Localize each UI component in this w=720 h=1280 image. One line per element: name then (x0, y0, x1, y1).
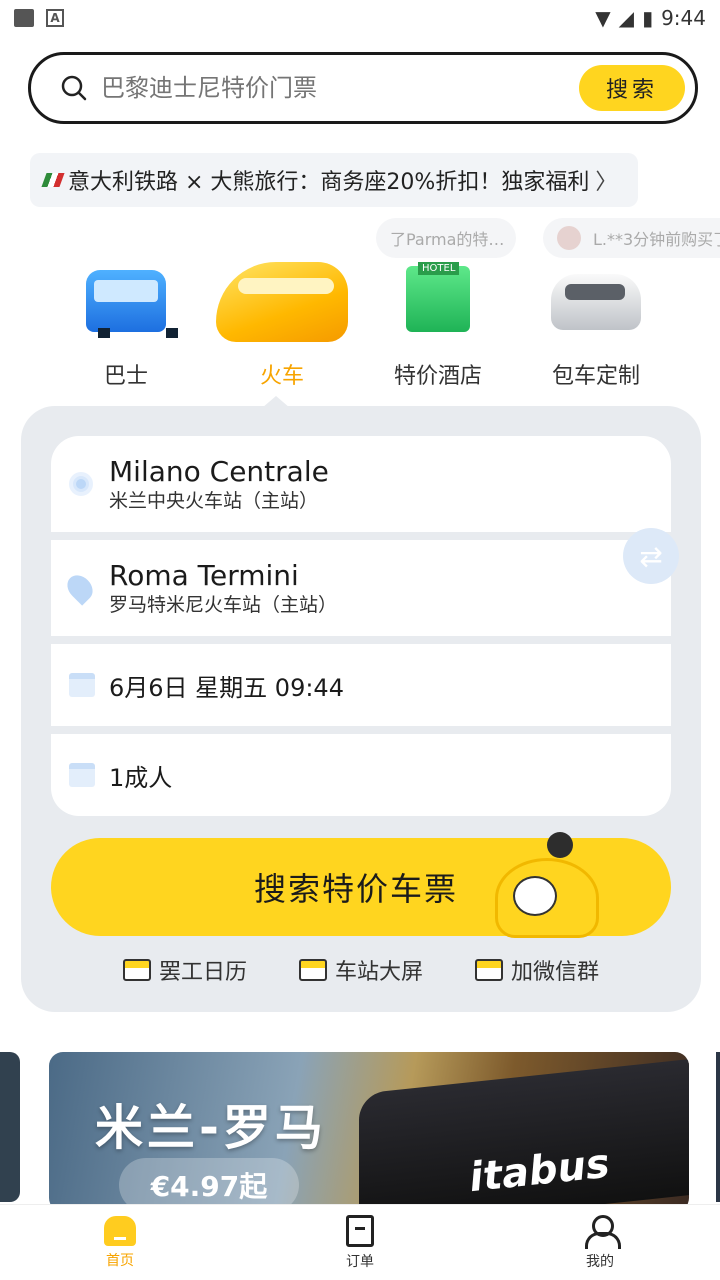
banner-price: €4.97起 (119, 1158, 299, 1206)
date-value: 6月6日 星期五 09:44 (109, 673, 344, 702)
bookmark-icon (346, 1214, 374, 1247)
status-time: 9:44 (661, 6, 706, 30)
category-label: 特价酒店 (393, 364, 482, 389)
date-field[interactable]: 6月6日 星期五 09:44 (51, 644, 671, 726)
nav-home[interactable]: 首页 (0, 1205, 240, 1280)
font-notification-icon: A (46, 9, 64, 27)
arrival-station-subtitle: 罗马特米尼火车站（主站） (109, 594, 338, 616)
departure-station-subtitle: 米兰中央火车站（主站） (109, 490, 319, 512)
nav-orders[interactable]: 订单 (240, 1205, 480, 1280)
nav-profile[interactable]: 我的 (480, 1205, 720, 1280)
category-label: 巴士 (103, 364, 148, 389)
screen-icon (298, 959, 327, 981)
category-label: 包车定制 (551, 364, 640, 389)
hotel-icon (406, 262, 470, 332)
ticker-text: L.**3分钟前购买了 (593, 230, 720, 249)
status-bar: A ▼ ◢ ▮ 9:44 (0, 0, 720, 36)
search-bar[interactable]: 搜索 (28, 52, 698, 124)
quick-link-label: 加微信群 (511, 960, 600, 985)
strike-calendar-link[interactable]: 罢工日历 (122, 954, 247, 986)
carousel-next-slide[interactable] (716, 1052, 720, 1202)
home-icon (104, 1215, 136, 1246)
origin-dot-icon (69, 472, 93, 496)
nav-label: 我的 (586, 1253, 614, 1270)
car-icon (551, 274, 641, 330)
ticker-text: 了Parma的特… (390, 230, 505, 249)
wifi-icon: ▼ (595, 6, 611, 30)
booking-fields: Milano Centrale 米兰中央火车站（主站） Roma Termini… (51, 436, 679, 816)
signal-icon: ◢ (618, 6, 635, 30)
purchase-ticker: 了Parma的特… (376, 218, 516, 258)
battery-icon: ▮ (642, 6, 654, 30)
promo-banner[interactable]: 意大利铁路 × 大熊旅行：商务座20%折扣！独家福利 〉 (30, 153, 638, 207)
arrival-station-name: Roma Termini (109, 559, 299, 592)
banner-title: 米兰-罗马 (95, 1100, 327, 1156)
passenger-field[interactable]: 1成人 (51, 734, 671, 816)
italian-railway-logo-icon (41, 173, 65, 187)
station-board-link[interactable]: 车站大屏 (298, 954, 423, 986)
carousel-prev-slide[interactable] (0, 1052, 20, 1202)
arrival-station-field[interactable]: Roma Termini 罗马特米尼火车站（主站） (51, 540, 671, 636)
departure-station-name: Milano Centrale (109, 455, 329, 488)
screen-icon (475, 959, 503, 981)
category-bus[interactable]: 巴士 (66, 262, 186, 389)
chevron-right-icon: 〉 (595, 170, 618, 195)
screen-icon (122, 959, 151, 981)
image-notification-icon (14, 9, 34, 27)
category-train[interactable]: 火车 (216, 262, 348, 389)
wechat-group-link[interactable]: 加微信群 (475, 954, 599, 986)
nav-label: 订单 (346, 1253, 374, 1270)
train-icon (216, 262, 348, 342)
search-button[interactable]: 搜索 (579, 65, 685, 111)
promo-text: 意大利铁路 × 大熊旅行：商务座20%折扣！独家福利 (68, 170, 590, 195)
purchase-ticker: L.**3分钟前购买了 (543, 218, 720, 258)
departure-station-field[interactable]: Milano Centrale 米兰中央火车站（主站） (51, 436, 671, 532)
promo-carousel[interactable]: itabus 米兰-罗马 €4.97起 (0, 1052, 720, 1206)
quick-link-label: 罢工日历 (158, 960, 247, 985)
search-input[interactable] (101, 74, 579, 102)
booking-card: Milano Centrale 米兰中央火车站（主站） Roma Termini… (21, 406, 701, 1012)
quick-links: 罢工日历 车站大屏 加微信群 (21, 954, 701, 986)
status-right: ▼ ◢ ▮ 9:44 (595, 6, 706, 30)
avatar (557, 226, 581, 250)
status-left: A (14, 9, 64, 27)
user-icon (585, 1214, 621, 1249)
nav-label: 首页 (106, 1252, 134, 1269)
category-charter[interactable]: 包车定制 (536, 262, 656, 389)
calendar-icon (69, 673, 95, 697)
category-hotel[interactable]: 特价酒店 (378, 262, 498, 389)
bottom-nav: 首页 订单 我的 (0, 1204, 720, 1280)
bus-icon (86, 270, 178, 338)
swap-stations-icon[interactable]: ⇄ (623, 528, 679, 584)
bear-hand (547, 832, 573, 858)
carousel-banner[interactable]: itabus 米兰-罗马 €4.97起 (49, 1052, 689, 1206)
bear-face (513, 876, 557, 916)
quick-link-label: 车站大屏 (334, 960, 423, 985)
category-label: 火车 (259, 364, 304, 389)
location-pin-icon (62, 570, 98, 606)
search-icon (61, 75, 87, 101)
passenger-icon (69, 763, 95, 787)
passenger-value: 1成人 (109, 763, 173, 792)
bear-mascot (487, 828, 617, 938)
